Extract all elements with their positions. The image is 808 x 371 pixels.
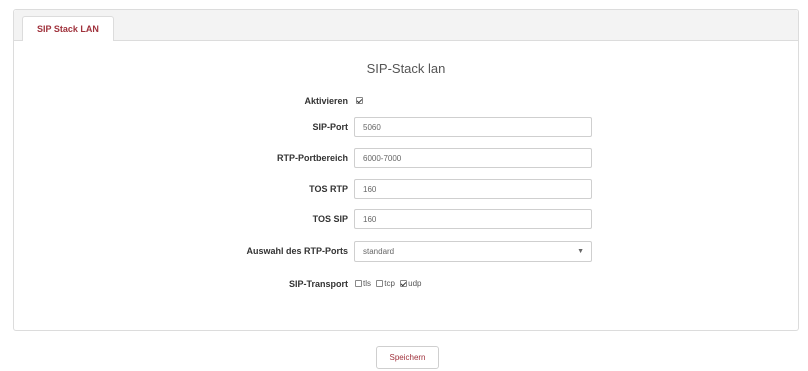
tos-rtp-label: TOS RTP — [309, 184, 348, 194]
transport-label: SIP-Transport — [288, 279, 348, 289]
row-tos-sip: TOS SIP — [14, 209, 800, 229]
udp-checkbox[interactable] — [400, 280, 408, 288]
transport-options: tls tcp udp — [355, 274, 425, 294]
page-title: SIP-Stack lan — [366, 61, 446, 76]
tcp-label: tcp — [384, 279, 395, 288]
tls-checkbox[interactable] — [355, 280, 362, 288]
row-rtp-ports: Auswahl des RTP-Ports standard ▼ — [14, 241, 800, 262]
tos-sip-input[interactable] — [354, 209, 592, 229]
row-transport: SIP-Transport tls tcp udp — [14, 274, 800, 294]
rtp-ports-select[interactable]: standard ▼ — [354, 241, 592, 262]
row-tos-rtp: TOS RTP — [14, 179, 800, 199]
row-rtp-range: RTP-Portbereich — [14, 148, 800, 168]
tos-sip-label: TOS SIP — [312, 214, 348, 224]
settings-panel: SIP Stack LAN SIP-Stack lan Aktivieren S… — [13, 9, 799, 331]
tos-rtp-input[interactable] — [354, 179, 592, 199]
rtp-ports-selected-value: standard — [363, 247, 395, 256]
udp-label: udp — [408, 279, 422, 288]
row-sip-port: SIP-Port — [14, 117, 800, 137]
aktivieren-label: Aktivieren — [304, 96, 348, 106]
sip-port-label: SIP-Port — [312, 122, 348, 132]
row-aktivieren: Aktivieren — [14, 91, 800, 111]
aktivieren-checkbox[interactable] — [356, 97, 363, 104]
tab-sip-stack-lan[interactable]: SIP Stack LAN — [22, 16, 114, 41]
sip-port-input[interactable] — [354, 117, 592, 137]
transport-option-udp[interactable]: udp — [400, 279, 422, 288]
transport-option-tcp[interactable]: tcp — [376, 279, 397, 288]
tcp-checkbox[interactable] — [376, 280, 384, 288]
save-button[interactable]: Speichern — [376, 346, 439, 369]
rtp-range-input[interactable] — [354, 148, 592, 168]
rtp-ports-label: Auswahl des RTP-Ports — [246, 246, 348, 256]
tab-bar: SIP Stack LAN — [14, 10, 798, 41]
tls-label: tls — [363, 279, 371, 288]
transport-option-tls[interactable]: tls — [355, 279, 373, 288]
chevron-down-icon: ▼ — [577, 248, 584, 255]
rtp-range-label: RTP-Portbereich — [276, 153, 348, 163]
